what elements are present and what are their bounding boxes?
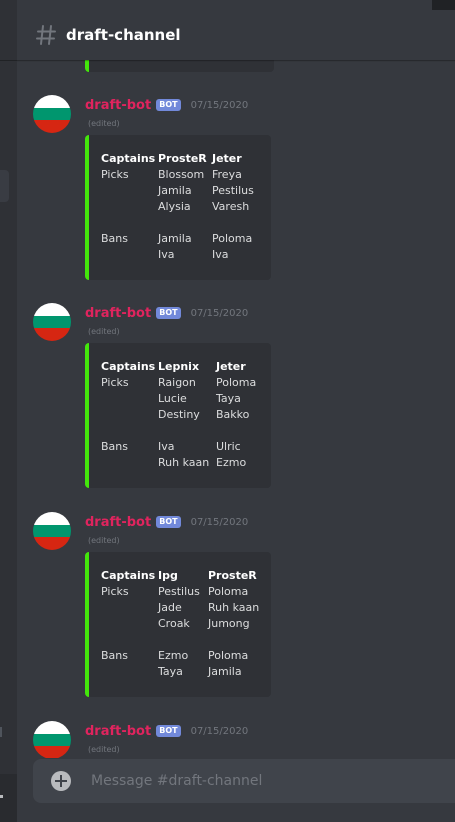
previous-embed-tail (85, 60, 274, 72)
message-composer (33, 759, 455, 803)
message-author[interactable]: draft-bot (85, 724, 151, 739)
bot-tag: BOT (156, 516, 181, 528)
draft-embed: Captains Picks Bans Ipg Pestilus Jade Cr… (85, 552, 271, 697)
edited-label: (edited) (88, 119, 120, 128)
message-input[interactable] (89, 772, 423, 790)
bulgaria-flag-avatar[interactable] (33, 303, 71, 341)
hash-icon (36, 25, 56, 45)
edited-label: (edited) (88, 745, 120, 754)
draft-embed: Captains Picks Bans Lepnix Raigon Lucie … (85, 343, 271, 488)
selected-channel-edge[interactable] (0, 170, 9, 202)
embed-field-team-1: ProsteR Blossom Jamila Alysia Jamila Iva (158, 152, 207, 261)
embed-field-team-2: Jeter Poloma Taya Bakko Ulric Ezmo (216, 360, 257, 469)
message-timestamp: 07/15/2020 (190, 516, 249, 528)
messages-scroller[interactable]: draft-bot BOT 07/15/2020 (edited) Captai… (17, 60, 455, 758)
message-author[interactable]: draft-bot (85, 515, 151, 530)
bulgaria-flag-avatar[interactable] (33, 721, 71, 758)
sidebar-dot (0, 795, 3, 798)
user-panel-edge (0, 774, 17, 822)
draft-embed: Captains Picks Bans ProsteR Blossom Jami… (85, 135, 271, 280)
bulgaria-flag-avatar[interactable] (33, 95, 71, 133)
message-timestamp: 07/15/2020 (190, 725, 249, 737)
sidebar-marker (0, 727, 2, 737)
message-author[interactable]: draft-bot (85, 98, 151, 113)
channel-title: draft-channel (66, 26, 181, 44)
channel-header: draft-channel (17, 10, 455, 60)
embed-field-team-2: Jeter Freya Pestilus Varesh Poloma Iva (212, 152, 254, 261)
bot-tag: BOT (156, 725, 181, 737)
bot-tag: BOT (156, 99, 181, 111)
message-author[interactable]: draft-bot (85, 306, 151, 321)
embed-field-team-1: Ipg Pestilus Jade Croak Ezmo Taya (158, 569, 200, 678)
sidebar-header-edge (0, 0, 17, 61)
embed-field-captains: Captains Picks Bans (101, 152, 156, 245)
bulgaria-flag-avatar[interactable] (33, 512, 71, 550)
edited-label: (edited) (88, 327, 120, 336)
embed-field-captains: Captains Picks Bans (101, 360, 156, 453)
embed-field-team-1: Lepnix Raigon Lucie Destiny Iva Ruh kaan (158, 360, 210, 469)
message-timestamp: 07/15/2020 (190, 307, 249, 319)
titlebar-corner (432, 0, 455, 10)
add-attachment-button[interactable] (51, 771, 71, 791)
edited-label: (edited) (88, 536, 120, 545)
embed-field-team-2: ProsteR Poloma Ruh kaan Jumong Poloma Ja… (208, 569, 260, 678)
bot-tag: BOT (156, 307, 181, 319)
server-sidebar-edge (0, 0, 17, 822)
embed-field-captains: Captains Picks Bans (101, 569, 156, 662)
message-timestamp: 07/15/2020 (190, 99, 249, 111)
